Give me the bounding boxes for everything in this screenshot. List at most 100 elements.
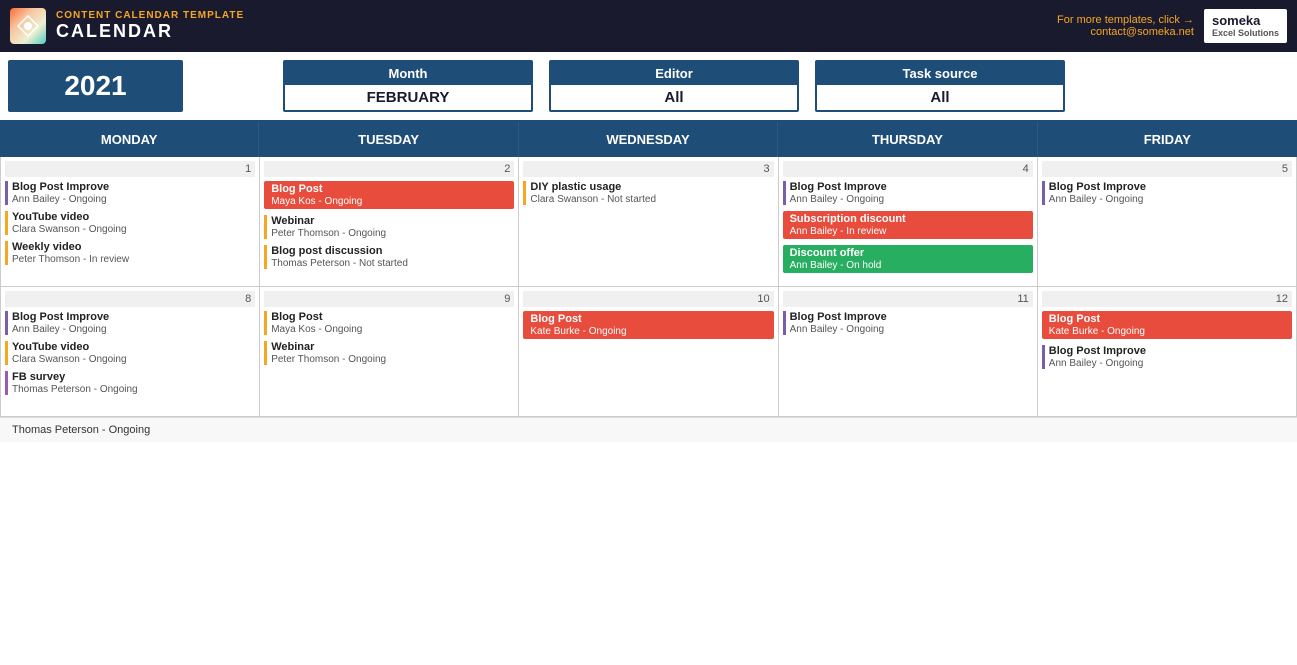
day-9: 9 Blog Post Maya Kos - Ongoing Webinar P… — [260, 287, 519, 417]
event-person: Clara Swanson - Not started — [530, 194, 773, 205]
event-9-1: Blog Post Maya Kos - Ongoing — [264, 311, 514, 335]
day-number-2: 2 — [264, 161, 514, 177]
day-number-1: 1 — [5, 161, 255, 177]
day-4: 4 Blog Post Improve Ann Bailey - Ongoing… — [779, 157, 1038, 287]
event-person: Ann Bailey - Ongoing — [1049, 358, 1292, 369]
event-person: Ann Bailey - Ongoing — [1049, 194, 1292, 205]
event-3-1: DIY plastic usage Clara Swanson - Not st… — [523, 181, 773, 205]
event-person: Peter Thomson - In review — [12, 254, 255, 265]
event-person: Thomas Peterson - Not started — [271, 258, 514, 269]
day-3: 3 DIY plastic usage Clara Swanson - Not … — [519, 157, 778, 287]
event-title: Blog Post Improve — [790, 311, 1033, 323]
event-title: DIY plastic usage — [530, 181, 773, 193]
filter-controls: Month FEBRUARY Editor All Task source Al… — [283, 60, 1065, 112]
logo-icon — [10, 8, 46, 44]
event-person: Ann Bailey - Ongoing — [12, 324, 255, 335]
bottom-bar-text: Thomas Peterson - Ongoing — [12, 424, 150, 436]
top-header: CONTENT CALENDAR TEMPLATE CALENDAR For m… — [0, 0, 1297, 52]
event-4-1: Blog Post Improve Ann Bailey - Ongoing — [783, 181, 1033, 205]
event-person: Thomas Peterson - Ongoing — [12, 384, 255, 395]
event-4-3: Discount offer Ann Bailey - On hold — [783, 245, 1033, 273]
event-8-3: FB survey Thomas Peterson - Ongoing — [5, 371, 255, 395]
event-title: Blog Post — [530, 313, 769, 325]
day-1: 1 Blog Post Improve Ann Bailey - Ongoing… — [1, 157, 260, 287]
event-8-1: Blog Post Improve Ann Bailey - Ongoing — [5, 311, 255, 335]
header-subtitle: CONTENT CALENDAR TEMPLATE — [56, 10, 244, 21]
event-title: Blog Post — [271, 311, 514, 323]
event-title: Blog Post — [271, 183, 510, 195]
event-title: YouTube video — [12, 211, 255, 223]
day-number-9: 9 — [264, 291, 514, 307]
event-person: Kate Burke - Ongoing — [1049, 326, 1288, 337]
event-2-3: Blog post discussion Thomas Peterson - N… — [264, 245, 514, 269]
day-2: 2 Blog Post Maya Kos - Ongoing Webinar P… — [260, 157, 519, 287]
event-2-1: Blog Post Maya Kos - Ongoing — [264, 181, 514, 209]
task-filter-value: All — [817, 85, 1063, 110]
event-title: Blog Post Improve — [12, 181, 255, 193]
event-person: Ann Bailey - On hold — [790, 260, 1029, 271]
event-person: Ann Bailey - Ongoing — [790, 324, 1033, 335]
day-number-10: 10 — [523, 291, 773, 307]
event-person: Clara Swanson - Ongoing — [12, 354, 255, 365]
event-person: Maya Kos - Ongoing — [271, 196, 510, 207]
event-1-2: YouTube video Clara Swanson - Ongoing — [5, 211, 255, 235]
header-right: For more templates, click → contact@some… — [1057, 9, 1287, 43]
event-title: Blog Post Improve — [12, 311, 255, 323]
month-filter[interactable]: Month FEBRUARY — [283, 60, 533, 112]
day-number-8: 8 — [5, 291, 255, 307]
event-title: FB survey — [12, 371, 255, 383]
event-title: Discount offer — [790, 247, 1029, 259]
event-title: YouTube video — [12, 341, 255, 353]
event-title: Subscription discount — [790, 213, 1029, 225]
task-filter-label: Task source — [817, 62, 1063, 85]
header-thursday: THURSDAY — [778, 122, 1037, 157]
someka-logo: someka Excel Solutions — [1204, 9, 1287, 43]
event-9-2: Webinar Peter Thomson - Ongoing — [264, 341, 514, 365]
event-person: Peter Thomson - Ongoing — [271, 354, 514, 365]
event-5-1: Blog Post Improve Ann Bailey - Ongoing — [1042, 181, 1292, 205]
header-main-title: CALENDAR — [56, 21, 244, 42]
event-11-1: Blog Post Improve Ann Bailey - Ongoing — [783, 311, 1033, 335]
event-8-2: YouTube video Clara Swanson - Ongoing — [5, 341, 255, 365]
day-8: 8 Blog Post Improve Ann Bailey - Ongoing… — [1, 287, 260, 417]
event-title: Blog Post — [1049, 313, 1288, 325]
day-number-11: 11 — [783, 291, 1033, 307]
calendar: MONDAY TUESDAY WEDNESDAY THURSDAY FRIDAY… — [0, 122, 1297, 417]
event-person: Clara Swanson - Ongoing — [12, 224, 255, 235]
day-number-5: 5 — [1042, 161, 1292, 177]
calendar-grid: 1 Blog Post Improve Ann Bailey - Ongoing… — [0, 157, 1297, 417]
month-filter-value: FEBRUARY — [285, 85, 531, 110]
header-tuesday: TUESDAY — [259, 122, 518, 157]
event-person: Kate Burke - Ongoing — [530, 326, 769, 337]
month-filter-label: Month — [285, 62, 531, 85]
event-person: Ann Bailey - Ongoing — [12, 194, 255, 205]
event-title: Blog Post Improve — [1049, 181, 1292, 193]
event-12-1: Blog Post Kate Burke - Ongoing — [1042, 311, 1292, 339]
year-display: 2021 — [8, 60, 183, 112]
filter-row: 2021 Month FEBRUARY Editor All Task sour… — [0, 52, 1297, 122]
event-title: Webinar — [271, 215, 514, 227]
day-5: 5 Blog Post Improve Ann Bailey - Ongoing — [1038, 157, 1297, 287]
event-1-1: Blog Post Improve Ann Bailey - Ongoing — [5, 181, 255, 205]
event-title: Blog Post Improve — [1049, 345, 1292, 357]
editor-filter-value: All — [551, 85, 797, 110]
task-filter[interactable]: Task source All — [815, 60, 1065, 112]
header-title-block: CONTENT CALENDAR TEMPLATE CALENDAR — [56, 10, 244, 42]
header-left: CONTENT CALENDAR TEMPLATE CALENDAR — [10, 8, 244, 44]
editor-filter-label: Editor — [551, 62, 797, 85]
event-title: Blog post discussion — [271, 245, 514, 257]
event-title: Weekly video — [12, 241, 255, 253]
event-person: Ann Bailey - In review — [790, 226, 1029, 237]
day-10: 10 Blog Post Kate Burke - Ongoing — [519, 287, 778, 417]
day-12: 12 Blog Post Kate Burke - Ongoing Blog P… — [1038, 287, 1297, 417]
event-person: Maya Kos - Ongoing — [271, 324, 514, 335]
calendar-header: MONDAY TUESDAY WEDNESDAY THURSDAY FRIDAY — [0, 122, 1297, 157]
day-11: 11 Blog Post Improve Ann Bailey - Ongoin… — [779, 287, 1038, 417]
event-10-1: Blog Post Kate Burke - Ongoing — [523, 311, 773, 339]
editor-filter[interactable]: Editor All — [549, 60, 799, 112]
event-12-2: Blog Post Improve Ann Bailey - Ongoing — [1042, 345, 1292, 369]
header-link-text: For more templates, click → contact@some… — [1057, 14, 1194, 38]
header-friday: FRIDAY — [1038, 122, 1297, 157]
day-number-4: 4 — [783, 161, 1033, 177]
event-person: Peter Thomson - Ongoing — [271, 228, 514, 239]
